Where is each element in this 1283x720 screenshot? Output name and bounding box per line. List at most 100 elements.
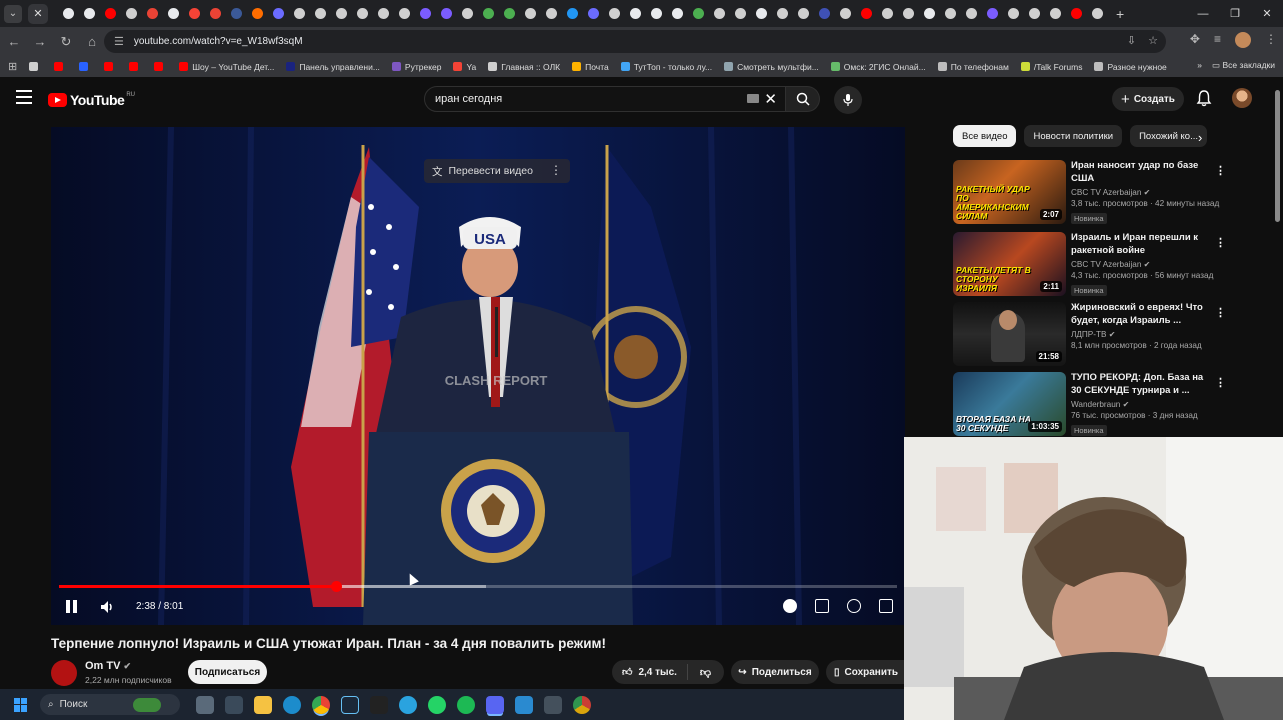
tab-favicon-icon[interactable]: [315, 8, 326, 19]
recommendation-item[interactable]: ВТОРАЯ БАЗА НА 30 СЕКУНДЕ 1:03:35 ТУПО Р…: [953, 372, 1253, 440]
install-icon[interactable]: ⇩: [1127, 34, 1136, 47]
url-field[interactable]: ☰ youtube.com/watch?v=e_W18wf3sqM ⇩ ☆: [104, 30, 1166, 53]
maximize-icon[interactable]: ❐: [1219, 7, 1251, 20]
tab-favicon-icon[interactable]: [651, 8, 662, 19]
chrome-menu-icon[interactable]: ⋮: [1265, 32, 1277, 48]
more-actions-icon[interactable]: ⋮: [1215, 164, 1226, 177]
tab-favicon-icon[interactable]: [609, 8, 620, 19]
translate-more-icon[interactable]: ⋮: [550, 163, 562, 177]
tab-favicon-icon[interactable]: [1008, 8, 1019, 19]
bookmark-item[interactable]: [29, 62, 42, 71]
tab-favicon-icon[interactable]: [903, 8, 914, 19]
task-view-icon[interactable]: [196, 695, 214, 714]
site-info-icon[interactable]: ☰: [114, 35, 124, 48]
taskbar-search[interactable]: ⌕ Поиск: [40, 694, 180, 715]
chat-app-icon[interactable]: [515, 695, 533, 714]
recommendation-item[interactable]: РАКЕТЫ ЛЕТЯТ В СТОРОНУ ИЗРАИЛЯ 2:11 Изра…: [953, 232, 1253, 300]
chevron-right-icon[interactable]: ›: [1198, 130, 1202, 145]
share-button[interactable]: ↪ Поделиться: [731, 660, 819, 684]
volume-icon[interactable]: [99, 599, 115, 615]
bookmark-item[interactable]: Смотреть мультфи...: [724, 62, 819, 72]
tab-favicon-icon[interactable]: [210, 8, 221, 19]
bookmark-item[interactable]: ТутТоп - только лу...: [620, 62, 712, 72]
tab-favicon-icon[interactable]: [1029, 8, 1040, 19]
apps-grid-icon[interactable]: ⊞: [8, 60, 17, 73]
tab-favicon-icon[interactable]: [399, 8, 410, 19]
tab-favicon-icon[interactable]: [441, 8, 452, 19]
tab-favicon-icon[interactable]: [378, 8, 389, 19]
recommendation-item[interactable]: 21:58 Жириновский о евреях! Что будет, к…: [953, 302, 1253, 370]
tab-favicon-icon[interactable]: [966, 8, 977, 19]
video-player[interactable]: USA CLASH REPORT 文 Перевести видео ⋮ 2:3…: [51, 127, 905, 625]
youtube-logo[interactable]: YouTube RU: [48, 92, 135, 108]
tab-favicon-icon[interactable]: [924, 8, 935, 19]
bookmark-item[interactable]: Главная :: ОЛК: [488, 62, 560, 72]
bookmark-item[interactable]: /Talk Forums: [1020, 62, 1082, 72]
extensions-icon[interactable]: ✥: [1190, 32, 1200, 48]
tab-favicon-icon[interactable]: [588, 8, 599, 19]
discord-icon[interactable]: [486, 695, 504, 714]
tab-favicon-icon[interactable]: [294, 8, 305, 19]
tab-favicon-icon[interactable]: [420, 8, 431, 19]
file-explorer-icon[interactable]: [254, 695, 272, 714]
new-tab-icon[interactable]: +: [1116, 6, 1124, 22]
tab-favicon-icon[interactable]: [945, 8, 956, 19]
tab-favicon-icon[interactable]: [336, 8, 347, 19]
tab-favicon-icon[interactable]: [273, 8, 284, 19]
video-thumbnail[interactable]: РАКЕТНЫЙ УДАР ПО АМЕРИКАНСКИМ СИЛАМ 2:07: [953, 160, 1066, 224]
reload-icon[interactable]: ↻: [54, 34, 78, 50]
search-input[interactable]: иран сегодня ✕: [424, 86, 786, 112]
tab-favicon-icon[interactable]: [525, 8, 536, 19]
tab-favicon-icon[interactable]: [504, 8, 515, 19]
subtitles-icon[interactable]: [815, 599, 829, 613]
hamburger-menu-icon[interactable]: [16, 90, 32, 104]
h-app-icon[interactable]: [370, 695, 388, 714]
tab-favicon-icon[interactable]: [1050, 8, 1061, 19]
user-avatar[interactable]: [1232, 88, 1252, 108]
edge-icon[interactable]: [283, 695, 301, 714]
tab-favicon-icon[interactable]: [147, 8, 158, 19]
tab-favicon-icon[interactable]: [567, 8, 578, 19]
notifications-bell-icon[interactable]: [1196, 89, 1212, 107]
tab-favicon-icon[interactable]: [483, 8, 494, 19]
tab-favicon-icon[interactable]: [462, 8, 473, 19]
tab-favicon-icon[interactable]: [882, 8, 893, 19]
page-scrollbar[interactable]: [1275, 90, 1280, 222]
tab-favicon-icon[interactable]: [168, 8, 179, 19]
bookmark-item[interactable]: Ya: [453, 62, 476, 72]
bookmark-item[interactable]: [79, 62, 92, 71]
bookmark-item[interactable]: Панель управлени...: [286, 62, 380, 72]
bookmark-item[interactable]: [104, 62, 117, 71]
chip-politics-news[interactable]: Новости политики: [1024, 125, 1123, 147]
translate-video-button[interactable]: 文 Перевести видео ⋮: [424, 159, 570, 183]
subscribe-button[interactable]: Подписаться: [188, 660, 267, 684]
miniplayer-icon[interactable]: [879, 599, 893, 613]
tab-favicon-icon[interactable]: [672, 8, 683, 19]
tab-favicon-icon[interactable]: [756, 8, 767, 19]
calculator-icon[interactable]: [225, 695, 243, 714]
more-bookmarks-icon[interactable]: »: [1197, 60, 1202, 71]
chip-all-videos[interactable]: Все видео: [953, 125, 1017, 147]
bookmark-star-icon[interactable]: ☆: [1148, 34, 1158, 47]
tab-favicon-icon[interactable]: [189, 8, 200, 19]
tab-favicon-icon[interactable]: [861, 8, 872, 19]
back-icon[interactable]: ←: [2, 34, 26, 49]
forward-icon[interactable]: →: [28, 34, 52, 49]
tab-favicon-icon[interactable]: [546, 8, 557, 19]
voice-search-button[interactable]: [834, 86, 862, 114]
all-bookmarks[interactable]: ▭ Все закладки: [1212, 60, 1275, 71]
profile-avatar[interactable]: [1235, 32, 1251, 48]
tab-favicon-icon[interactable]: [84, 8, 95, 19]
settings-gear-icon[interactable]: [847, 599, 861, 613]
tab-favicon-icon[interactable]: [1071, 8, 1082, 19]
tab-favicon-icon[interactable]: [693, 8, 704, 19]
calculator-app-icon[interactable]: [544, 695, 562, 714]
minimize-icon[interactable]: —: [1187, 8, 1219, 20]
channel-name[interactable]: Om TV ✔: [85, 660, 131, 672]
tab-favicon-icon[interactable]: [798, 8, 809, 19]
search-button[interactable]: [786, 86, 820, 112]
tab-search-icon[interactable]: ⌄: [4, 4, 22, 23]
bookmark-item[interactable]: Шоу – YouTube Дет...: [179, 62, 274, 72]
chip-similar[interactable]: Похожий ко...: [1130, 125, 1207, 147]
bookmark-item[interactable]: Омск: 2ГИС Онлай...: [830, 62, 926, 72]
